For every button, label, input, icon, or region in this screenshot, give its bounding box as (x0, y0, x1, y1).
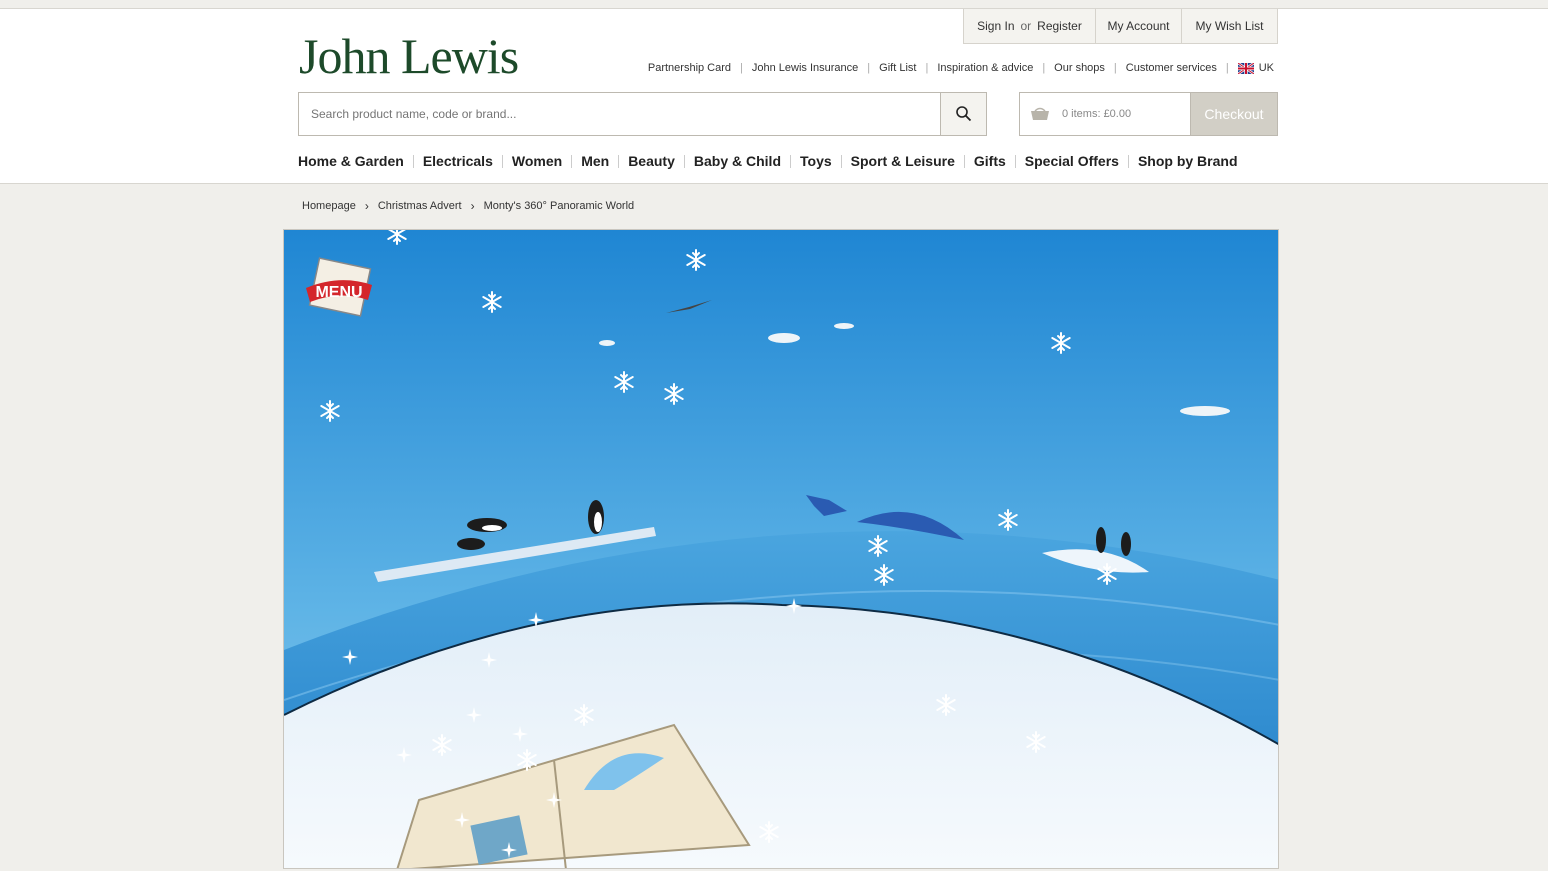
nav-toys[interactable]: Toys (790, 154, 841, 168)
uk-flag-icon (1237, 62, 1254, 74)
search-button[interactable] (940, 93, 986, 135)
menu-label: MENU (315, 284, 362, 301)
utility-links: Partnership Card | John Lewis Insurance | … (648, 62, 1274, 74)
wish-list-link[interactable]: My Wish List (1182, 9, 1278, 44)
nav-men[interactable]: Men (571, 154, 618, 168)
divider: | (1225, 62, 1229, 74)
checkout-button[interactable]: Checkout (1190, 92, 1278, 136)
divider: | (1113, 62, 1117, 74)
breadcrumb: Homepage › Christmas Advert › Monty's 36… (302, 199, 634, 213)
my-account-link[interactable]: My Account (1096, 9, 1182, 44)
chevron-right-icon: › (364, 199, 369, 213)
nav-home-garden[interactable]: Home & Garden (298, 154, 413, 168)
basket-summary[interactable]: 0 items: £0.00 (1019, 92, 1191, 136)
nav-gifts[interactable]: Gifts (963, 154, 1015, 168)
search-input[interactable] (299, 93, 939, 135)
nav-sport-leisure[interactable]: Sport & Leisure (840, 154, 964, 168)
nav-baby-child[interactable]: Baby & Child (683, 154, 790, 168)
divider: | (925, 62, 929, 74)
region-label: UK (1258, 62, 1274, 74)
breadcrumb-homepage[interactable]: Homepage (302, 200, 356, 212)
nav-shop-by-brand[interactable]: Shop by Brand (1127, 154, 1247, 168)
inspiration-link[interactable]: Inspiration & advice (937, 62, 1033, 74)
partnership-card-link[interactable]: Partnership Card (648, 62, 731, 74)
search-icon (955, 106, 971, 122)
region-selector[interactable]: UK (1237, 62, 1274, 74)
nav-women[interactable]: Women (501, 154, 571, 168)
insurance-link[interactable]: John Lewis Insurance (752, 62, 858, 74)
nav-electricals[interactable]: Electricals (412, 154, 502, 168)
customer-services-link[interactable]: Customer services (1126, 62, 1217, 74)
panorama-scene[interactable]: MENU (284, 230, 1279, 869)
sign-in-register: Sign In or Register (963, 9, 1096, 44)
account-bar: Sign In or Register My Account My Wish L… (963, 9, 1278, 44)
gift-list-link[interactable]: Gift List (879, 62, 916, 74)
john-lewis-logo[interactable]: John Lewis (299, 27, 519, 85)
or-text: or (1020, 19, 1032, 33)
our-shops-link[interactable]: Our shops (1054, 62, 1105, 74)
breadcrumb-current-page: Monty's 360° Panoramic World (483, 200, 635, 212)
divider: | (1042, 62, 1046, 74)
panorama-viewer[interactable]: MENU (283, 229, 1279, 869)
search-bar (298, 92, 987, 136)
nav-beauty[interactable]: Beauty (618, 154, 684, 168)
main-navigation: Home & Garden Electricals Women Men Beau… (298, 154, 1247, 168)
basket-count: 0 items: £0.00 (1062, 108, 1132, 120)
register-link[interactable]: Register (1037, 19, 1082, 33)
top-strip (0, 0, 1548, 9)
divider: | (867, 62, 871, 74)
breadcrumb-christmas-advert[interactable]: Christmas Advert (378, 200, 462, 212)
sign-in-link[interactable]: Sign In (977, 19, 1014, 33)
basket-icon (1031, 107, 1049, 120)
divider: | (740, 62, 743, 74)
chevron-right-icon: › (470, 199, 475, 213)
site-header: John Lewis Sign In or Register My Accoun… (0, 9, 1548, 184)
nav-special-offers[interactable]: Special Offers (1014, 154, 1128, 168)
